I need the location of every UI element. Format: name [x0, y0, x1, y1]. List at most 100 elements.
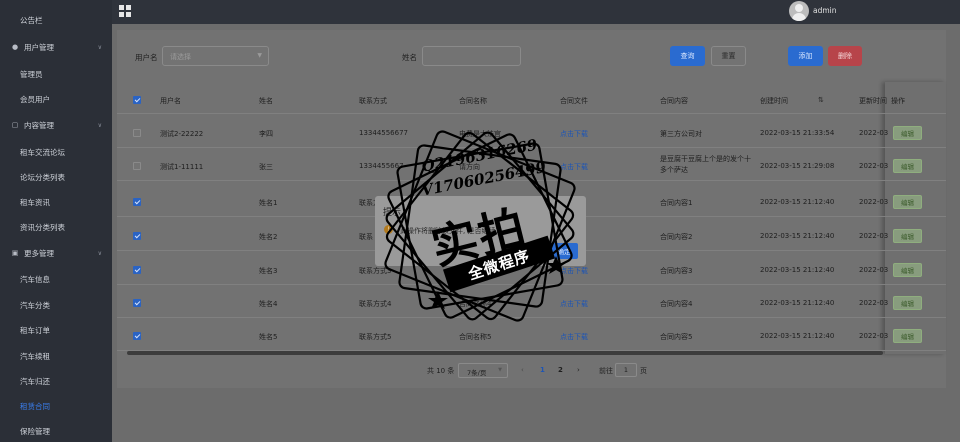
- download-link[interactable]: 点击下载: [560, 266, 588, 276]
- table-header-cell: 合同内容: [660, 97, 688, 105]
- table-cell: 合同名称4: [459, 300, 492, 308]
- sidebar-item-label: 汽车归还: [20, 376, 50, 386]
- sidebar-item[interactable]: 保险管理: [0, 418, 112, 442]
- table-header-cell: 用户名: [160, 97, 181, 105]
- select-all-checkbox[interactable]: [133, 96, 141, 104]
- sidebar-item[interactable]: 会员用户: [0, 86, 112, 112]
- table-cell: 1334455667: [359, 162, 404, 170]
- sidebar-item-label: 保险管理: [20, 426, 50, 436]
- sidebar-item-label: 租车资讯: [20, 197, 50, 207]
- goto-label: 前往: [599, 367, 613, 375]
- table-cell: 姓名3: [259, 267, 278, 275]
- download-link[interactable]: 点击下载: [560, 129, 588, 139]
- more-icon: ▣: [11, 249, 19, 257]
- row-checkbox[interactable]: [133, 129, 141, 137]
- name-input[interactable]: [422, 46, 521, 66]
- add-button[interactable]: 添加: [788, 46, 823, 66]
- edit-button[interactable]: 编辑: [893, 296, 922, 310]
- sidebar-item[interactable]: 汽车分类: [0, 292, 112, 318]
- table-cell: 合同内容1: [660, 199, 693, 207]
- table-header-cell: 合同名称: [459, 97, 487, 105]
- row-checkbox[interactable]: [133, 299, 141, 307]
- prev-page-icon[interactable]: ‹: [521, 366, 524, 374]
- sidebar-item-label: 公告栏: [20, 15, 43, 25]
- table-cell: 合同内容2: [660, 233, 693, 241]
- sidebar-item-label: 管理员: [20, 69, 43, 79]
- sidebar-item-label: 更多管理: [24, 248, 54, 258]
- username-select[interactable]: 请选择 ▼: [162, 46, 269, 66]
- query-button[interactable]: 查询: [670, 46, 705, 66]
- horizontal-scrollbar[interactable]: [127, 351, 883, 355]
- page-size-select[interactable]: 7条/页 ▼: [458, 363, 508, 378]
- sidebar-item[interactable]: 租赁合同: [0, 393, 112, 419]
- table-cell: 2022-03: [859, 198, 889, 206]
- table-cell: 2022-03-15 21:12:40: [760, 198, 835, 206]
- edit-button[interactable]: 编辑: [893, 263, 922, 277]
- table-cell: 测试1-11111: [160, 163, 204, 171]
- row-checkbox[interactable]: [133, 332, 141, 340]
- chevron-down-icon: ▼: [257, 52, 262, 59]
- table-cell: 姓名1: [259, 199, 278, 207]
- sidebar-item[interactable]: ● 用户管理 ∨: [0, 34, 112, 60]
- page-suffix-label: 页: [640, 367, 647, 375]
- avatar[interactable]: [789, 1, 809, 21]
- sidebar-item-label: 资讯分类列表: [20, 222, 65, 232]
- edit-button[interactable]: 编辑: [893, 229, 922, 243]
- page-number-2[interactable]: 2: [558, 366, 563, 374]
- page-size-value: 7条/页: [467, 369, 487, 377]
- edit-button[interactable]: 编辑: [893, 159, 922, 173]
- table-header-cell: 姓名: [259, 97, 273, 105]
- sidebar-item[interactable]: 汽车信息: [0, 266, 112, 292]
- fixed-column-shade: [885, 82, 946, 354]
- chevron-down-icon: ∨: [97, 43, 102, 51]
- row-checkbox[interactable]: [133, 198, 141, 206]
- sidebar-item[interactable]: 管理员: [0, 61, 112, 87]
- download-link[interactable]: 点击下载: [560, 162, 588, 172]
- table-cell: 联系方式4: [359, 300, 392, 308]
- table-cell: 2022-03-15 21:12:40: [760, 266, 835, 274]
- row-divider: [117, 284, 946, 285]
- sidebar-item[interactable]: 资讯分类列表: [0, 214, 112, 240]
- sidebar-item-label: 用户管理: [24, 42, 54, 52]
- delete-button[interactable]: 删除: [828, 46, 862, 66]
- sidebar-item[interactable]: 汽车归还: [0, 368, 112, 394]
- menu-grid-icon[interactable]: [119, 5, 131, 17]
- table-cell: 第三方公司对: [660, 130, 702, 138]
- name-filter-label: 姓名: [402, 53, 417, 62]
- sidebar-item-label: 汽车续租: [20, 351, 50, 361]
- chevron-down-icon: ∨: [97, 249, 102, 257]
- download-link[interactable]: 点击下载: [560, 332, 588, 342]
- sidebar-item[interactable]: 汽车续租: [0, 343, 112, 369]
- username-label[interactable]: admin: [813, 6, 837, 15]
- edit-button[interactable]: 编辑: [893, 329, 922, 343]
- table-cell: 联系方式3: [359, 267, 392, 275]
- page-number-1[interactable]: 1: [540, 366, 545, 374]
- goto-page-input[interactable]: 1: [615, 363, 637, 377]
- next-page-icon[interactable]: ›: [577, 366, 580, 374]
- table-cell: 姓名5: [259, 333, 278, 341]
- sidebar-item[interactable]: 论坛分类列表: [0, 164, 112, 190]
- sidebar-item[interactable]: ▢ 内容管理 ∨: [0, 112, 112, 138]
- table-cell: 2022-03: [859, 299, 889, 307]
- sidebar-item[interactable]: 公告栏: [0, 7, 112, 33]
- download-link[interactable]: 点击下载: [560, 299, 588, 309]
- table-header-cell[interactable]: 创建时间: [760, 96, 788, 106]
- row-divider: [117, 317, 946, 318]
- row-checkbox[interactable]: [133, 232, 141, 240]
- edit-button[interactable]: 编辑: [893, 126, 922, 140]
- sidebar-item[interactable]: ▣ 更多管理 ∨: [0, 240, 112, 266]
- table-cell: 合同名称5: [459, 333, 492, 341]
- row-checkbox[interactable]: [133, 162, 141, 170]
- chevron-down-icon: ▼: [498, 367, 502, 373]
- row-checkbox[interactable]: [133, 266, 141, 274]
- reset-button[interactable]: 重置: [711, 46, 746, 66]
- sidebar-item[interactable]: 租车交流论坛: [0, 139, 112, 165]
- sidebar-item-label: 汽车信息: [20, 274, 50, 284]
- username-filter-label: 用户名: [135, 53, 158, 62]
- edit-button[interactable]: 编辑: [893, 195, 922, 209]
- table-header-cell: 操作: [891, 97, 905, 105]
- chevron-down-icon: ∨: [97, 121, 102, 129]
- sidebar-item[interactable]: 租车订单: [0, 317, 112, 343]
- sidebar-item[interactable]: 租车资讯: [0, 189, 112, 215]
- sort-icon[interactable]: ⇅: [818, 96, 824, 104]
